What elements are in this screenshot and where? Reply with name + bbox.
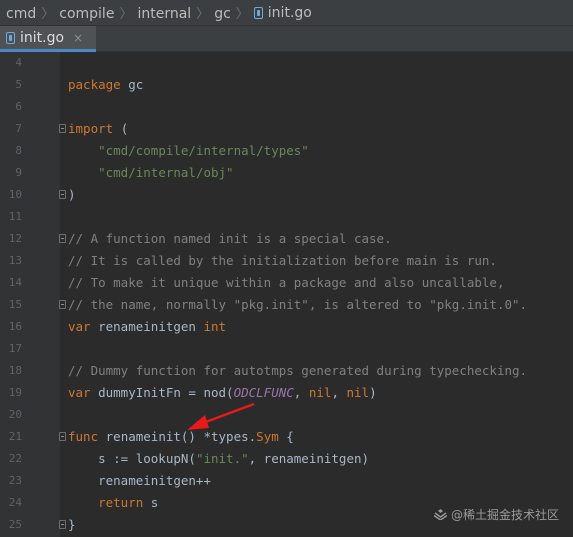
- tab-init-go[interactable]: init.go ×: [0, 26, 96, 52]
- tab-label: init.go: [20, 29, 65, 46]
- watermark-text: @稀土掘金技术社区: [450, 508, 559, 522]
- breadcrumb: cmd 〉 compile 〉 internal 〉 gc 〉 init.go: [0, 0, 573, 26]
- breadcrumb-path: cmd 〉 compile 〉 internal 〉 gc 〉: [6, 3, 254, 22]
- go-file-icon: [6, 31, 15, 44]
- breadcrumb-item[interactable]: compile: [59, 6, 114, 22]
- watermark: @稀土掘金技术社区: [433, 506, 559, 523]
- breadcrumb-item[interactable]: gc: [214, 6, 231, 22]
- editor-tab-bar: init.go ×: [0, 26, 573, 52]
- breadcrumb-separator-icon: 〉: [196, 7, 210, 22]
- breadcrumb-file[interactable]: init.go: [253, 4, 312, 21]
- breadcrumb-item[interactable]: cmd: [6, 6, 36, 22]
- red-arrow-annotation: [187, 402, 255, 430]
- go-file-icon: [253, 6, 263, 19]
- breadcrumb-item[interactable]: internal: [137, 6, 191, 22]
- breadcrumb-separator-icon: 〉: [235, 7, 249, 22]
- breadcrumb-separator-icon: 〉: [119, 7, 133, 22]
- close-icon[interactable]: ×: [73, 31, 83, 45]
- breadcrumb-file-label: init.go: [267, 4, 312, 21]
- breadcrumb-separator-icon: 〉: [41, 7, 55, 22]
- juejin-logo-icon: [433, 509, 448, 521]
- code-editor[interactable]: 4 5 package gc 6 7 import (8 "cmd/compile/int…: [0, 52, 573, 537]
